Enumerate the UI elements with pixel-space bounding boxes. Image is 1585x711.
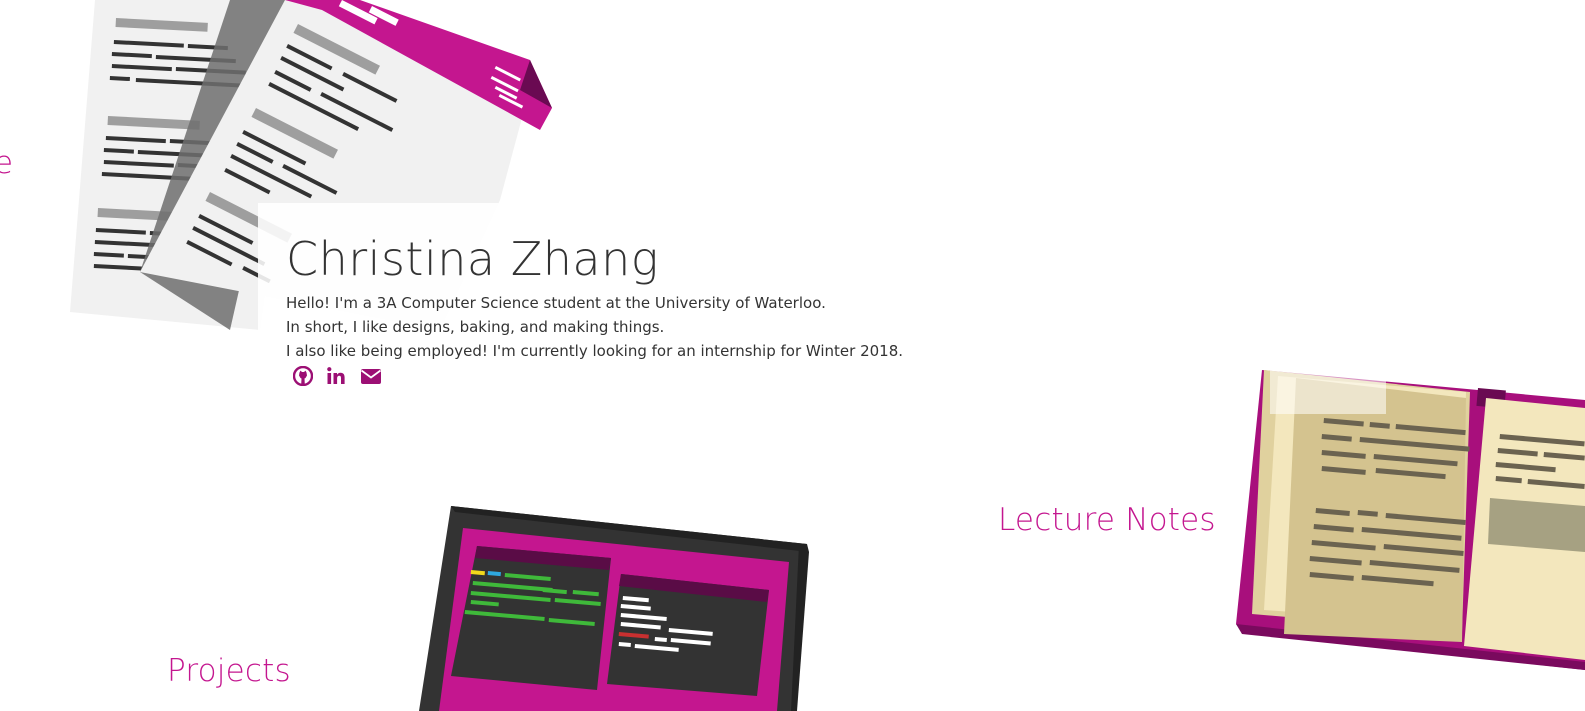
email-link[interactable]: [360, 365, 382, 387]
linkedin-link[interactable]: [325, 365, 347, 387]
github-link[interactable]: [292, 365, 314, 387]
book-illustration: [1236, 370, 1585, 670]
profile-name: Christina Zhang: [286, 232, 659, 286]
lecture-notes-link[interactable]: Lecture Notes: [998, 502, 1216, 538]
github-icon: [293, 366, 313, 386]
intro-line-1: Hello! I'm a 3A Computer Science student…: [286, 294, 826, 312]
intro-line-2: In short, I like designs, baking, and ma…: [286, 318, 665, 336]
laptop-illustration: [419, 506, 809, 711]
intro-line-3: I also like being employed! I'm currentl…: [286, 342, 904, 360]
section-link-partial[interactable]: e: [0, 145, 13, 181]
projects-link[interactable]: Projects: [167, 653, 291, 689]
linkedin-icon: [327, 367, 345, 384]
envelope-icon: [360, 369, 382, 384]
